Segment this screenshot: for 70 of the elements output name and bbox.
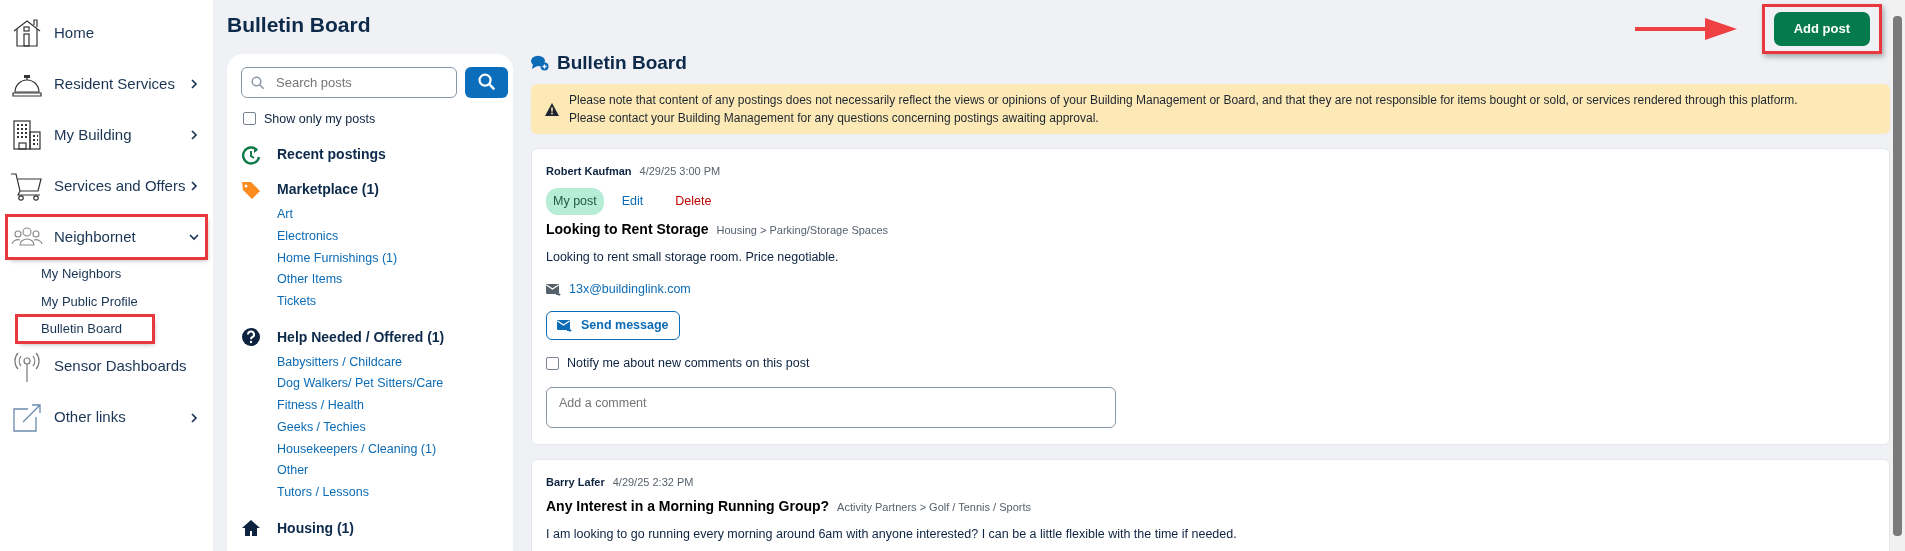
category-link[interactable]: Marketplace (1) xyxy=(277,179,379,201)
notice-text: Please contact your Building Management for any questions concerning postings awaiting approval. xyxy=(569,110,1100,128)
sidebar-item[interactable]: Neighbornet xyxy=(8,217,205,257)
mail-icon xyxy=(557,318,572,332)
subcategory-link[interactable]: Dog Walkers/ Pet Sitters/Care xyxy=(277,373,444,396)
search-icon xyxy=(251,75,265,90)
page-title: Bulletin Board xyxy=(227,12,371,38)
warning-icon xyxy=(545,102,559,116)
board-title: Bulletin Board xyxy=(557,51,687,75)
post-category: Housing > Parking/Storage Spaces xyxy=(716,222,889,238)
submenu-link[interactable]: Bulletin Board xyxy=(18,317,152,341)
subcategory-link[interactable]: Electronics xyxy=(277,225,339,248)
subcategory-link[interactable]: Art xyxy=(277,204,293,226)
sidebar-item[interactable]: Other links xyxy=(8,397,205,438)
submenu-link[interactable]: My Public Profile xyxy=(41,289,138,313)
post-body: I am looking to go running every morning around 6am with anyone interested? I can be a little flexible with the time if needed. xyxy=(546,526,1238,544)
search-icon xyxy=(477,73,496,91)
mail-icon xyxy=(546,283,561,297)
subcategory-link[interactable]: Tutors / Lessons xyxy=(277,482,369,504)
category-link[interactable]: Housing (1) xyxy=(277,517,354,539)
post-time: 4/29/25 3:00 PM xyxy=(639,164,721,180)
tag-icon xyxy=(241,179,261,200)
refresh-clock-icon xyxy=(241,144,261,165)
chevron-icon xyxy=(189,412,199,423)
subcategory-link[interactable]: Other Items xyxy=(277,269,343,292)
subcategory-link[interactable]: Other xyxy=(277,460,309,482)
post-time: 4/29/25 2:32 PM xyxy=(612,474,694,490)
sidebar-item[interactable]: Sensor Dashboards xyxy=(8,346,205,387)
sidebar-item[interactable]: My Building xyxy=(8,115,205,155)
checkbox[interactable] xyxy=(546,356,559,370)
chevron-icon xyxy=(189,79,199,89)
search-button[interactable] xyxy=(465,66,508,98)
category-link[interactable]: Help Needed / Offered (1) xyxy=(277,326,445,348)
post-title: Looking to Rent Storage xyxy=(546,219,709,239)
send-message-button[interactable]: Send message xyxy=(546,311,680,340)
scrollbar[interactable] xyxy=(1890,0,1905,551)
checkbox[interactable] xyxy=(243,112,256,126)
notice-text: Please note that content of any postings does not necessarily reflect the views or opinions of your Building Management or Board, and that they are not responsible for items bought or sold, or services rendered through this platform. xyxy=(569,92,1798,110)
post-body: Looking to rent small storage room. Price negotiable. xyxy=(546,248,840,266)
question-circle-icon xyxy=(241,327,261,348)
edit-link[interactable]: Edit xyxy=(621,191,644,211)
sidebar-item[interactable]: Resident Services xyxy=(8,64,205,104)
subcategory-link[interactable]: Home Furnishings (1) xyxy=(277,247,398,270)
comment-field[interactable]: Add a comment xyxy=(546,386,1116,428)
email-link[interactable]: 13x@buildinglink.com xyxy=(569,280,691,300)
author-name: Barry Lafer xyxy=(546,474,605,490)
chevron-icon xyxy=(189,232,199,242)
sidebar-item[interactable]: Home xyxy=(8,13,205,53)
sidebar-item[interactable]: Services and Offers xyxy=(8,166,205,206)
building-icon xyxy=(10,118,44,152)
post-title: Any Interest in a Morning Running Group? xyxy=(546,497,830,517)
subcategory-link[interactable]: Tickets xyxy=(277,291,317,313)
post-category: Activity Partners > Golf / Tennis / Sports xyxy=(837,500,1031,516)
category-link[interactable]: Recent postings xyxy=(277,144,386,166)
chat-bubbles-icon xyxy=(531,54,549,71)
chevron-icon xyxy=(189,181,199,191)
subcategory-link[interactable]: Geeks / Techies xyxy=(277,416,366,439)
chevron-icon xyxy=(189,130,199,140)
my-post-badge: My post xyxy=(546,187,604,215)
subcategory-link[interactable]: Fitness / Health xyxy=(277,395,364,417)
add-post-button[interactable]: Add post xyxy=(1773,12,1870,46)
house-icon xyxy=(241,518,261,539)
submenu-link[interactable]: My Neighbors xyxy=(41,262,122,286)
delete-link[interactable]: Delete xyxy=(675,191,712,211)
checkbox-label: Show only my posts xyxy=(264,110,376,128)
subcategory-link[interactable]: Babysitters / Childcare xyxy=(277,351,403,374)
search-field[interactable]: Search posts xyxy=(241,66,457,98)
author-name: Robert Kaufman xyxy=(546,164,632,180)
subcategory-link[interactable]: Housekeepers / Cleaning (1) xyxy=(277,438,437,461)
checkbox-label: Notify me about new comments on this post xyxy=(567,354,810,372)
